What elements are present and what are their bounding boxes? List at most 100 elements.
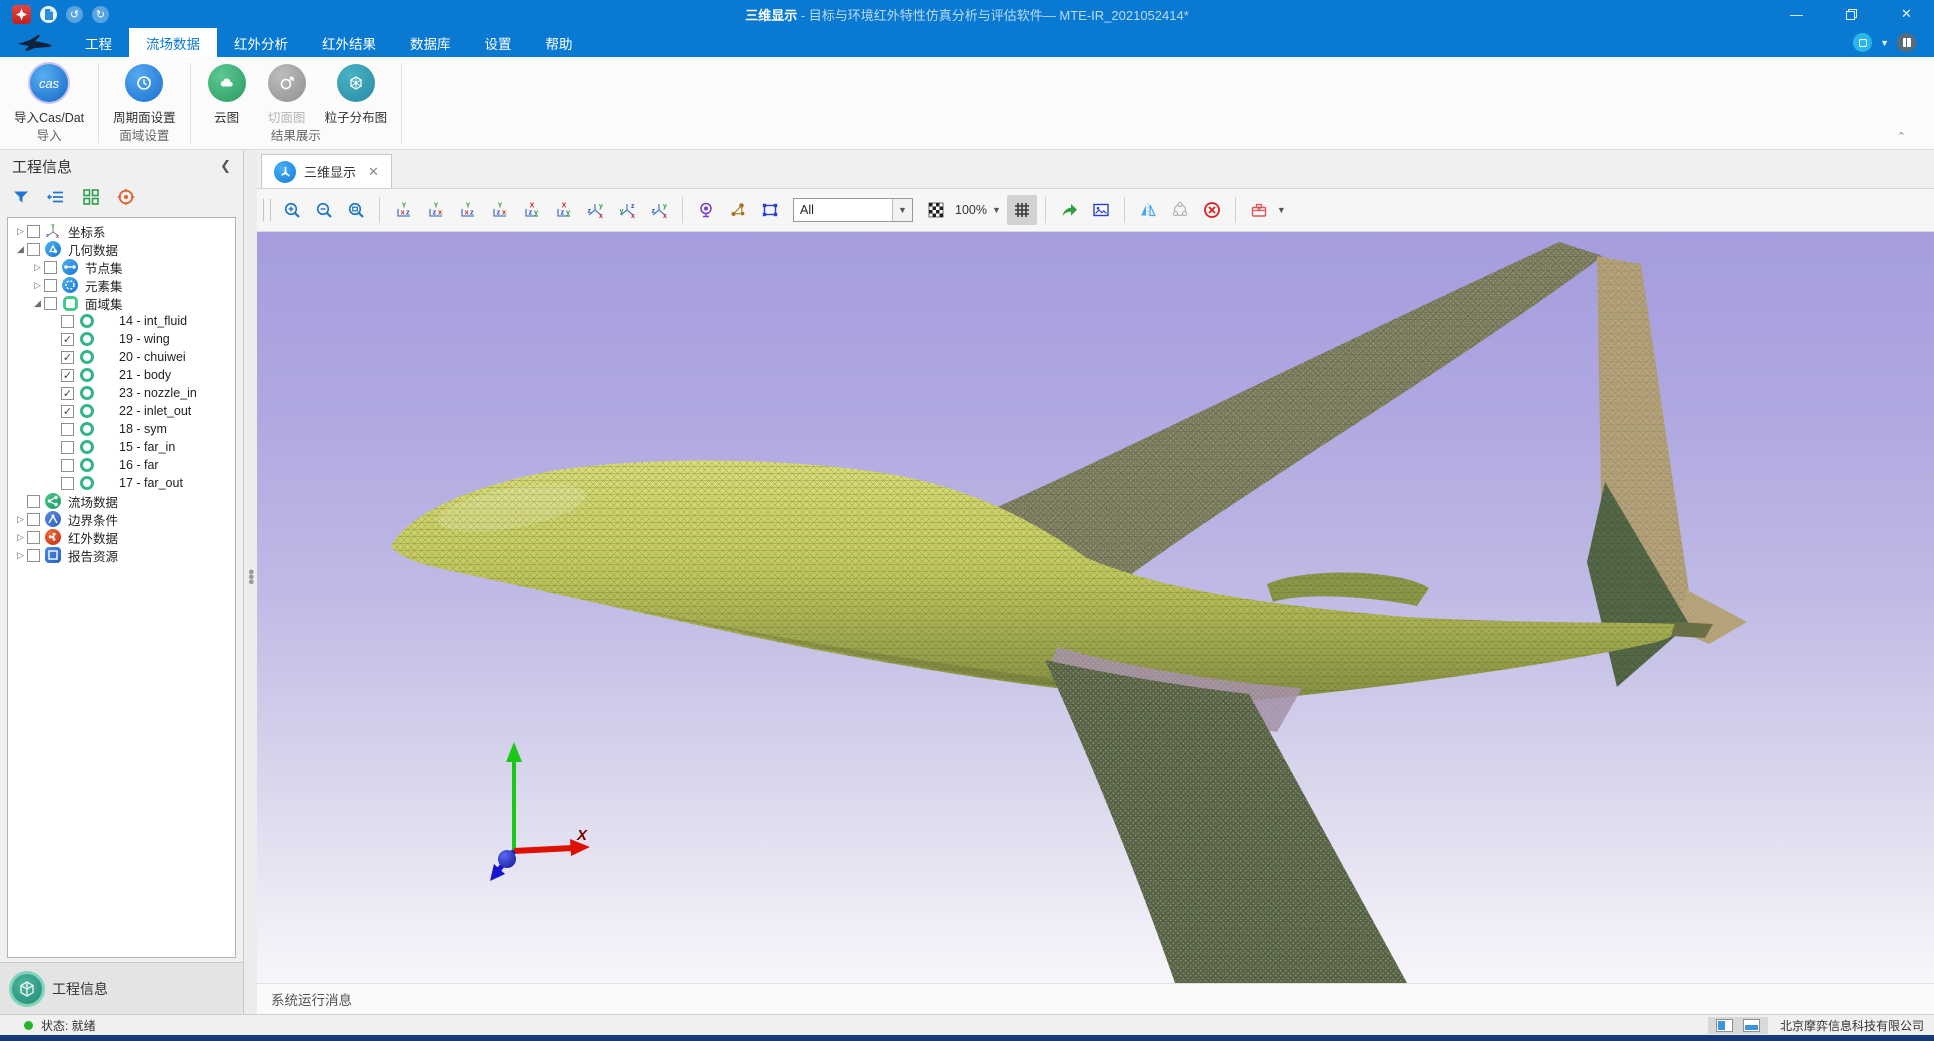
tree-expander-icon[interactable]: ◢: [14, 244, 27, 255]
menu-2[interactable]: 流场数据: [129, 28, 217, 57]
minimize-button[interactable]: —: [1769, 0, 1824, 28]
help-book-icon[interactable]: [1897, 33, 1916, 52]
view-front-icon[interactable]: Yxz: [388, 195, 418, 225]
section-box-caret-icon[interactable]: ▼: [1277, 205, 1286, 215]
view-iso2-icon[interactable]: zyx: [612, 195, 642, 225]
tree-expander-icon[interactable]: ▷: [14, 550, 27, 561]
tree-checkbox[interactable]: [61, 477, 74, 490]
mirror-icon[interactable]: [1133, 195, 1163, 225]
tree-checkbox[interactable]: [44, 279, 57, 292]
zoom-fit-icon[interactable]: [341, 195, 371, 225]
zoom-level-caret-icon[interactable]: ▼: [992, 205, 1001, 215]
layout-left-panel-icon[interactable]: [1716, 1019, 1733, 1032]
tree-checkbox[interactable]: [27, 225, 40, 238]
close-button[interactable]: ✕: [1879, 0, 1934, 28]
theme-icon[interactable]: [1853, 33, 1872, 52]
tree-row[interactable]: ◢几何数据: [8, 240, 235, 258]
tree-expander-icon[interactable]: ▷: [31, 262, 44, 273]
tree-checkbox[interactable]: [61, 423, 74, 436]
redo-icon[interactable]: ↻: [92, 6, 109, 23]
tree-checkbox[interactable]: ✓: [61, 387, 74, 400]
tree-checkbox[interactable]: [27, 495, 40, 508]
tree-row[interactable]: ✓23 - nozzle_in: [8, 384, 235, 402]
tree-expander-icon[interactable]: ◢: [31, 298, 44, 309]
menu-1[interactable]: 工程: [68, 28, 129, 57]
zoom-level-label[interactable]: 100%: [955, 203, 987, 217]
view-top-icon[interactable]: Xzy: [516, 195, 546, 225]
zoom-out-icon[interactable]: [309, 195, 339, 225]
select-box-icon[interactable]: [755, 195, 785, 225]
tree-row[interactable]: 18 - sym: [8, 420, 235, 438]
menu-4[interactable]: 红外结果: [305, 28, 393, 57]
tree-row[interactable]: ✓21 - body: [8, 366, 235, 384]
3d-viewport[interactable]: X: [257, 232, 1934, 983]
list-filter-icon[interactable]: [47, 188, 65, 209]
tab-3d-display[interactable]: 三维显示 ✕: [261, 154, 392, 188]
tree-checkbox[interactable]: [27, 531, 40, 544]
transparency-icon[interactable]: [921, 195, 951, 225]
layout-bottom-panel-icon[interactable]: [1743, 1019, 1760, 1032]
view-iso1-icon[interactable]: yzx: [580, 195, 610, 225]
tree-checkbox[interactable]: [61, 459, 74, 472]
tree-checkbox[interactable]: [61, 441, 74, 454]
project-info-dock-button[interactable]: 工程信息: [0, 962, 243, 1014]
grid-icon[interactable]: [1007, 195, 1037, 225]
snapshot-icon[interactable]: [1086, 195, 1116, 225]
tree-checkbox[interactable]: [27, 513, 40, 526]
tree-row[interactable]: ✓19 - wing: [8, 330, 235, 348]
tree-expander-icon[interactable]: ▷: [14, 532, 27, 543]
tree-row[interactable]: 14 - int_fluid: [8, 312, 235, 330]
tree-row[interactable]: ▷边界条件: [8, 510, 235, 528]
tree-row[interactable]: ✓22 - inlet_out: [8, 402, 235, 420]
link-nodes-icon[interactable]: [1165, 195, 1195, 225]
menu-3[interactable]: 红外分析: [217, 28, 305, 57]
dropdown-caret-icon[interactable]: ▼: [1880, 38, 1889, 48]
toolbar-grip[interactable]: [263, 199, 271, 221]
section-box-icon[interactable]: [1244, 195, 1274, 225]
ribbon-collapse-icon[interactable]: ⌃: [1897, 130, 1906, 143]
tree-checkbox[interactable]: [27, 243, 40, 256]
new-document-icon[interactable]: [40, 6, 57, 23]
tree-row[interactable]: ▷Yzx坐标系: [8, 222, 235, 240]
grid-view-icon[interactable]: [82, 188, 100, 209]
tree-expander-icon[interactable]: ▷: [31, 280, 44, 291]
tree-row[interactable]: 16 - far: [8, 456, 235, 474]
zoom-in-icon[interactable]: [277, 195, 307, 225]
view-left-icon[interactable]: Yxz: [452, 195, 482, 225]
tree-row[interactable]: ▷红外数据: [8, 528, 235, 546]
tree-expander-icon[interactable]: ▷: [14, 226, 27, 237]
undo-icon[interactable]: ↺: [66, 6, 83, 23]
menu-7[interactable]: 帮助: [529, 28, 590, 57]
particle-trace-icon[interactable]: [723, 195, 753, 225]
tree-row[interactable]: ◢面域集: [8, 294, 235, 312]
view-iso3-icon[interactable]: yzx: [644, 195, 674, 225]
menu-5[interactable]: 数据库: [393, 28, 468, 57]
tree-checkbox[interactable]: [27, 549, 40, 562]
app-logo-icon[interactable]: [12, 5, 31, 24]
tree-row[interactable]: ▷节点集: [8, 258, 235, 276]
tree-checkbox[interactable]: ✓: [61, 405, 74, 418]
tree-row[interactable]: 17 - far_out: [8, 474, 235, 492]
maximize-button[interactable]: [1824, 0, 1879, 28]
tree-row[interactable]: 15 - far_in: [8, 438, 235, 456]
display-filter-select[interactable]: All▼: [793, 198, 913, 222]
menu-6[interactable]: 设置: [468, 28, 529, 57]
tree-checkbox[interactable]: [44, 297, 57, 310]
filter-icon[interactable]: [12, 188, 30, 209]
ribbon-button-clock[interactable]: 周期面设置: [107, 64, 182, 126]
export-icon[interactable]: [1054, 195, 1084, 225]
panel-collapse-icon[interactable]: ❮: [220, 158, 231, 174]
ribbon-button-cloud[interactable]: 云图: [199, 64, 255, 126]
tree-expander-icon[interactable]: ▷: [14, 514, 27, 525]
tree-checkbox[interactable]: ✓: [61, 369, 74, 382]
view-bottom-icon[interactable]: Xzy: [548, 195, 578, 225]
tree-row[interactable]: ✓20 - chuiwei: [8, 348, 235, 366]
tree-checkbox[interactable]: ✓: [61, 333, 74, 346]
view-back-icon[interactable]: Yzx: [420, 195, 450, 225]
tab-close-icon[interactable]: ✕: [368, 164, 379, 180]
cancel-icon[interactable]: [1197, 195, 1227, 225]
ribbon-button-cas[interactable]: cas导入Cas/Dat: [8, 64, 90, 126]
view-right-icon[interactable]: Yzx: [484, 195, 514, 225]
tree-checkbox[interactable]: [44, 261, 57, 274]
tree-row[interactable]: 流场数据: [8, 492, 235, 510]
